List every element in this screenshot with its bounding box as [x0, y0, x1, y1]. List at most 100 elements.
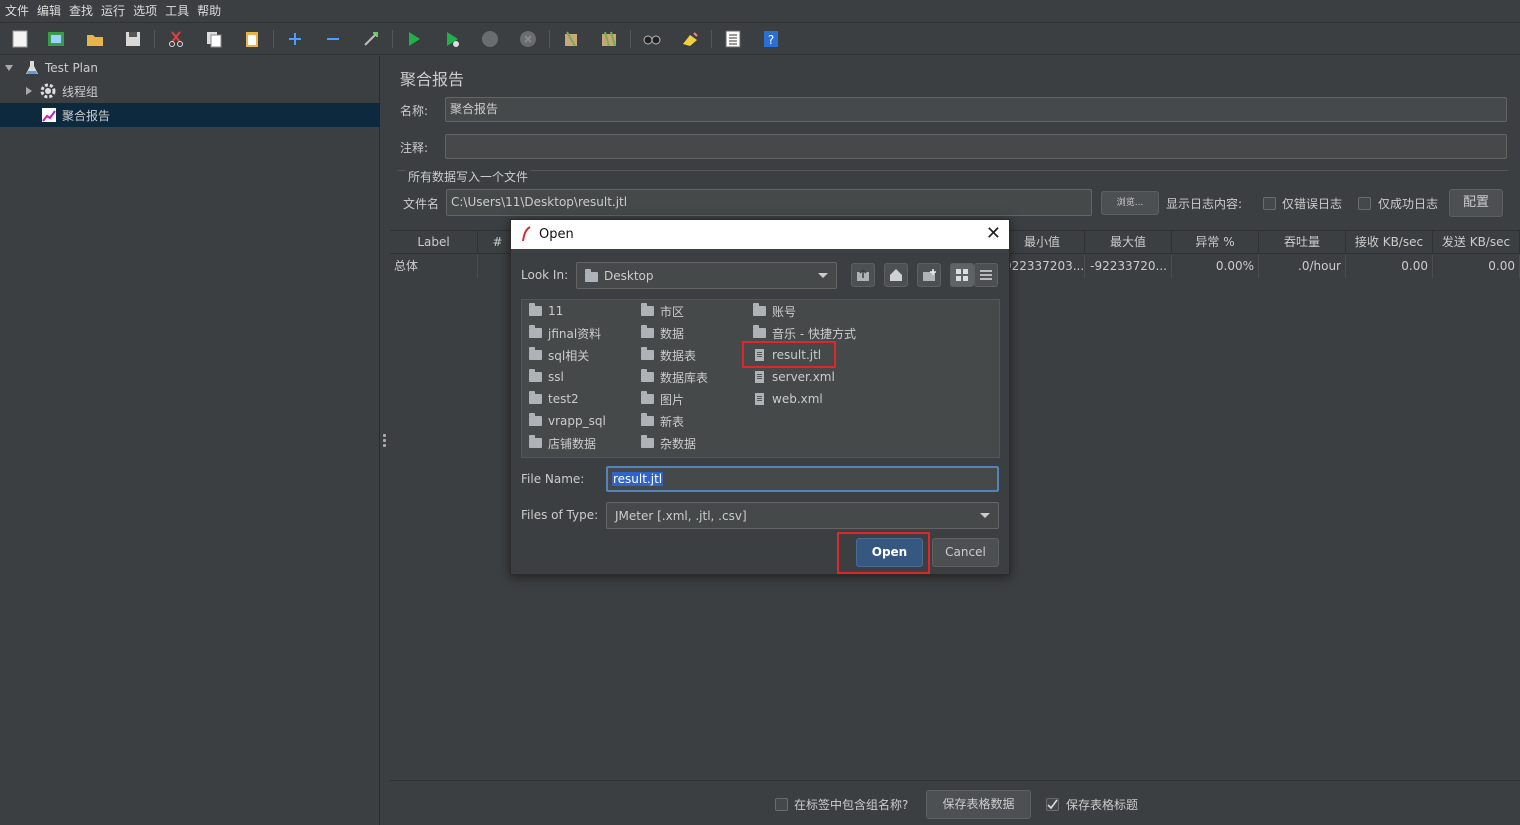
open-file-dialog: Open ✕ Look In: Desktop 11 jfinal资料 sql相… [510, 219, 1010, 575]
list-item[interactable]: vrapp_sql [529, 411, 606, 431]
close-icon[interactable]: ✕ [986, 223, 1001, 244]
file-name-label: File Name: [521, 472, 585, 486]
tree-item-thread-group[interactable]: 线程组 [0, 79, 380, 103]
function-helper-icon[interactable] [721, 27, 745, 51]
list-item[interactable]: 数据库表 [641, 367, 708, 387]
cell-error: 0.00% [1172, 255, 1259, 278]
list-item[interactable]: 市区 [641, 301, 684, 321]
group-border [398, 170, 1508, 171]
save-table-data-button[interactable]: 保存表格数据 [926, 790, 1031, 819]
expand-icon[interactable] [283, 27, 307, 51]
list-item[interactable]: 数据表 [641, 345, 696, 365]
menu-search[interactable]: 查找 [66, 0, 98, 22]
stop-icon[interactable] [478, 27, 502, 51]
col-throughput[interactable]: 吞吐量 [1259, 231, 1346, 254]
cell-label: 总体 [390, 255, 478, 278]
expanded-arrow-icon[interactable] [5, 65, 13, 71]
include-group-checkbox[interactable] [775, 798, 788, 811]
cancel-button[interactable]: Cancel [932, 538, 999, 567]
look-in-label: Look In: [521, 268, 569, 282]
look-in-select[interactable]: Desktop [576, 262, 837, 289]
toggle-icon[interactable] [359, 27, 383, 51]
comment-label: 注释: [400, 141, 429, 155]
tree-item-test-plan[interactable]: Test Plan [0, 56, 380, 80]
list-item[interactable]: 杂数据 [641, 433, 696, 453]
collapsed-arrow-icon[interactable] [26, 87, 32, 95]
errors-only-checkbox[interactable] [1263, 197, 1276, 210]
save-header-checkbox[interactable] [1046, 798, 1059, 811]
test-plan-tree: Test Plan 线程组 聚合报告 [0, 56, 380, 825]
list-item[interactable]: 店铺数据 [529, 433, 596, 453]
files-of-type-value: JMeter [.xml, .jtl, .csv] [615, 509, 747, 523]
col-sent[interactable]: 发送 KB/sec [1433, 231, 1520, 254]
col-received[interactable]: 接收 KB/sec [1346, 231, 1433, 254]
col-label[interactable]: Label [390, 231, 478, 254]
list-item[interactable]: 账号 [753, 301, 796, 321]
folder-icon [585, 269, 598, 282]
shutdown-icon[interactable] [516, 27, 540, 51]
folder-icon [753, 303, 766, 316]
start-icon[interactable] [402, 27, 426, 51]
file-list[interactable]: 11 jfinal资料 sql相关 ssl test2 vrapp_sql 店铺… [521, 299, 1000, 458]
templates-icon[interactable] [44, 27, 68, 51]
list-item[interactable]: server.xml [753, 367, 835, 387]
details-view-button[interactable] [974, 263, 998, 287]
menu-run[interactable]: 运行 [98, 0, 130, 22]
search-icon[interactable] [640, 27, 664, 51]
save-icon[interactable] [121, 27, 145, 51]
configure-button[interactable]: 配置 [1449, 189, 1503, 217]
menu-help[interactable]: 帮助 [194, 0, 226, 22]
home-icon [890, 269, 902, 281]
cut-icon[interactable] [164, 27, 188, 51]
list-icon [980, 270, 992, 280]
list-item[interactable]: ssl [529, 367, 564, 387]
new-folder-button[interactable] [917, 263, 941, 287]
cell-throughput: .0/hour [1259, 255, 1346, 278]
list-item[interactable]: jfinal资料 [529, 323, 601, 343]
name-field[interactable]: 聚合报告 [445, 97, 1507, 122]
col-min[interactable]: 最小值 [1000, 231, 1085, 254]
folder-icon [529, 435, 542, 448]
col-max[interactable]: 最大值 [1085, 231, 1172, 254]
highlight-box [837, 532, 930, 574]
filename-field[interactable]: C:\Users\11\Desktop\result.jtl [446, 189, 1092, 216]
new-icon[interactable] [8, 27, 32, 51]
list-item[interactable]: 11 [529, 301, 563, 321]
menu-file[interactable]: 文件 [2, 0, 34, 22]
folder-icon [529, 413, 542, 426]
tree-item-label: Test Plan [45, 61, 98, 75]
reset-search-icon[interactable] [678, 27, 702, 51]
splitter[interactable] [380, 56, 390, 825]
copy-icon[interactable] [202, 27, 226, 51]
home-button[interactable] [884, 263, 908, 287]
menu-tools[interactable]: 工具 [162, 0, 194, 22]
files-of-type-select[interactable]: JMeter [.xml, .jtl, .csv] [606, 502, 999, 529]
clear-all-icon[interactable] [597, 27, 621, 51]
list-item[interactable]: 数据 [641, 323, 684, 343]
cell-sent: 0.00 [1433, 255, 1520, 278]
help-icon[interactable]: ? [759, 27, 783, 51]
list-item[interactable]: 新表 [641, 411, 684, 431]
list-item[interactable]: web.xml [753, 389, 823, 409]
list-view-button[interactable] [950, 263, 974, 287]
col-error[interactable]: 异常 % [1172, 231, 1259, 254]
collapse-icon[interactable] [321, 27, 345, 51]
start-no-pause-icon[interactable] [440, 27, 464, 51]
browse-button[interactable]: 浏览... [1101, 191, 1159, 215]
check-icon [1047, 799, 1058, 810]
paste-icon[interactable] [240, 27, 264, 51]
list-item[interactable]: test2 [529, 389, 579, 409]
up-folder-button[interactable] [851, 263, 875, 287]
list-item[interactable]: sql相关 [529, 345, 589, 365]
comment-field[interactable] [445, 134, 1507, 159]
clear-icon[interactable] [559, 27, 583, 51]
file-name-input[interactable]: result.jtl [606, 466, 999, 492]
tree-item-aggregate-report[interactable]: 聚合报告 [0, 103, 380, 127]
menu-edit[interactable]: 编辑 [34, 0, 66, 22]
open-icon[interactable] [83, 27, 107, 51]
success-only-checkbox[interactable] [1358, 197, 1371, 210]
dialog-titlebar[interactable]: Open ✕ [511, 220, 1009, 249]
menu-options[interactable]: 选项 [130, 0, 162, 22]
list-item[interactable]: 音乐 - 快捷方式 [753, 323, 856, 343]
list-item[interactable]: 图片 [641, 389, 684, 409]
